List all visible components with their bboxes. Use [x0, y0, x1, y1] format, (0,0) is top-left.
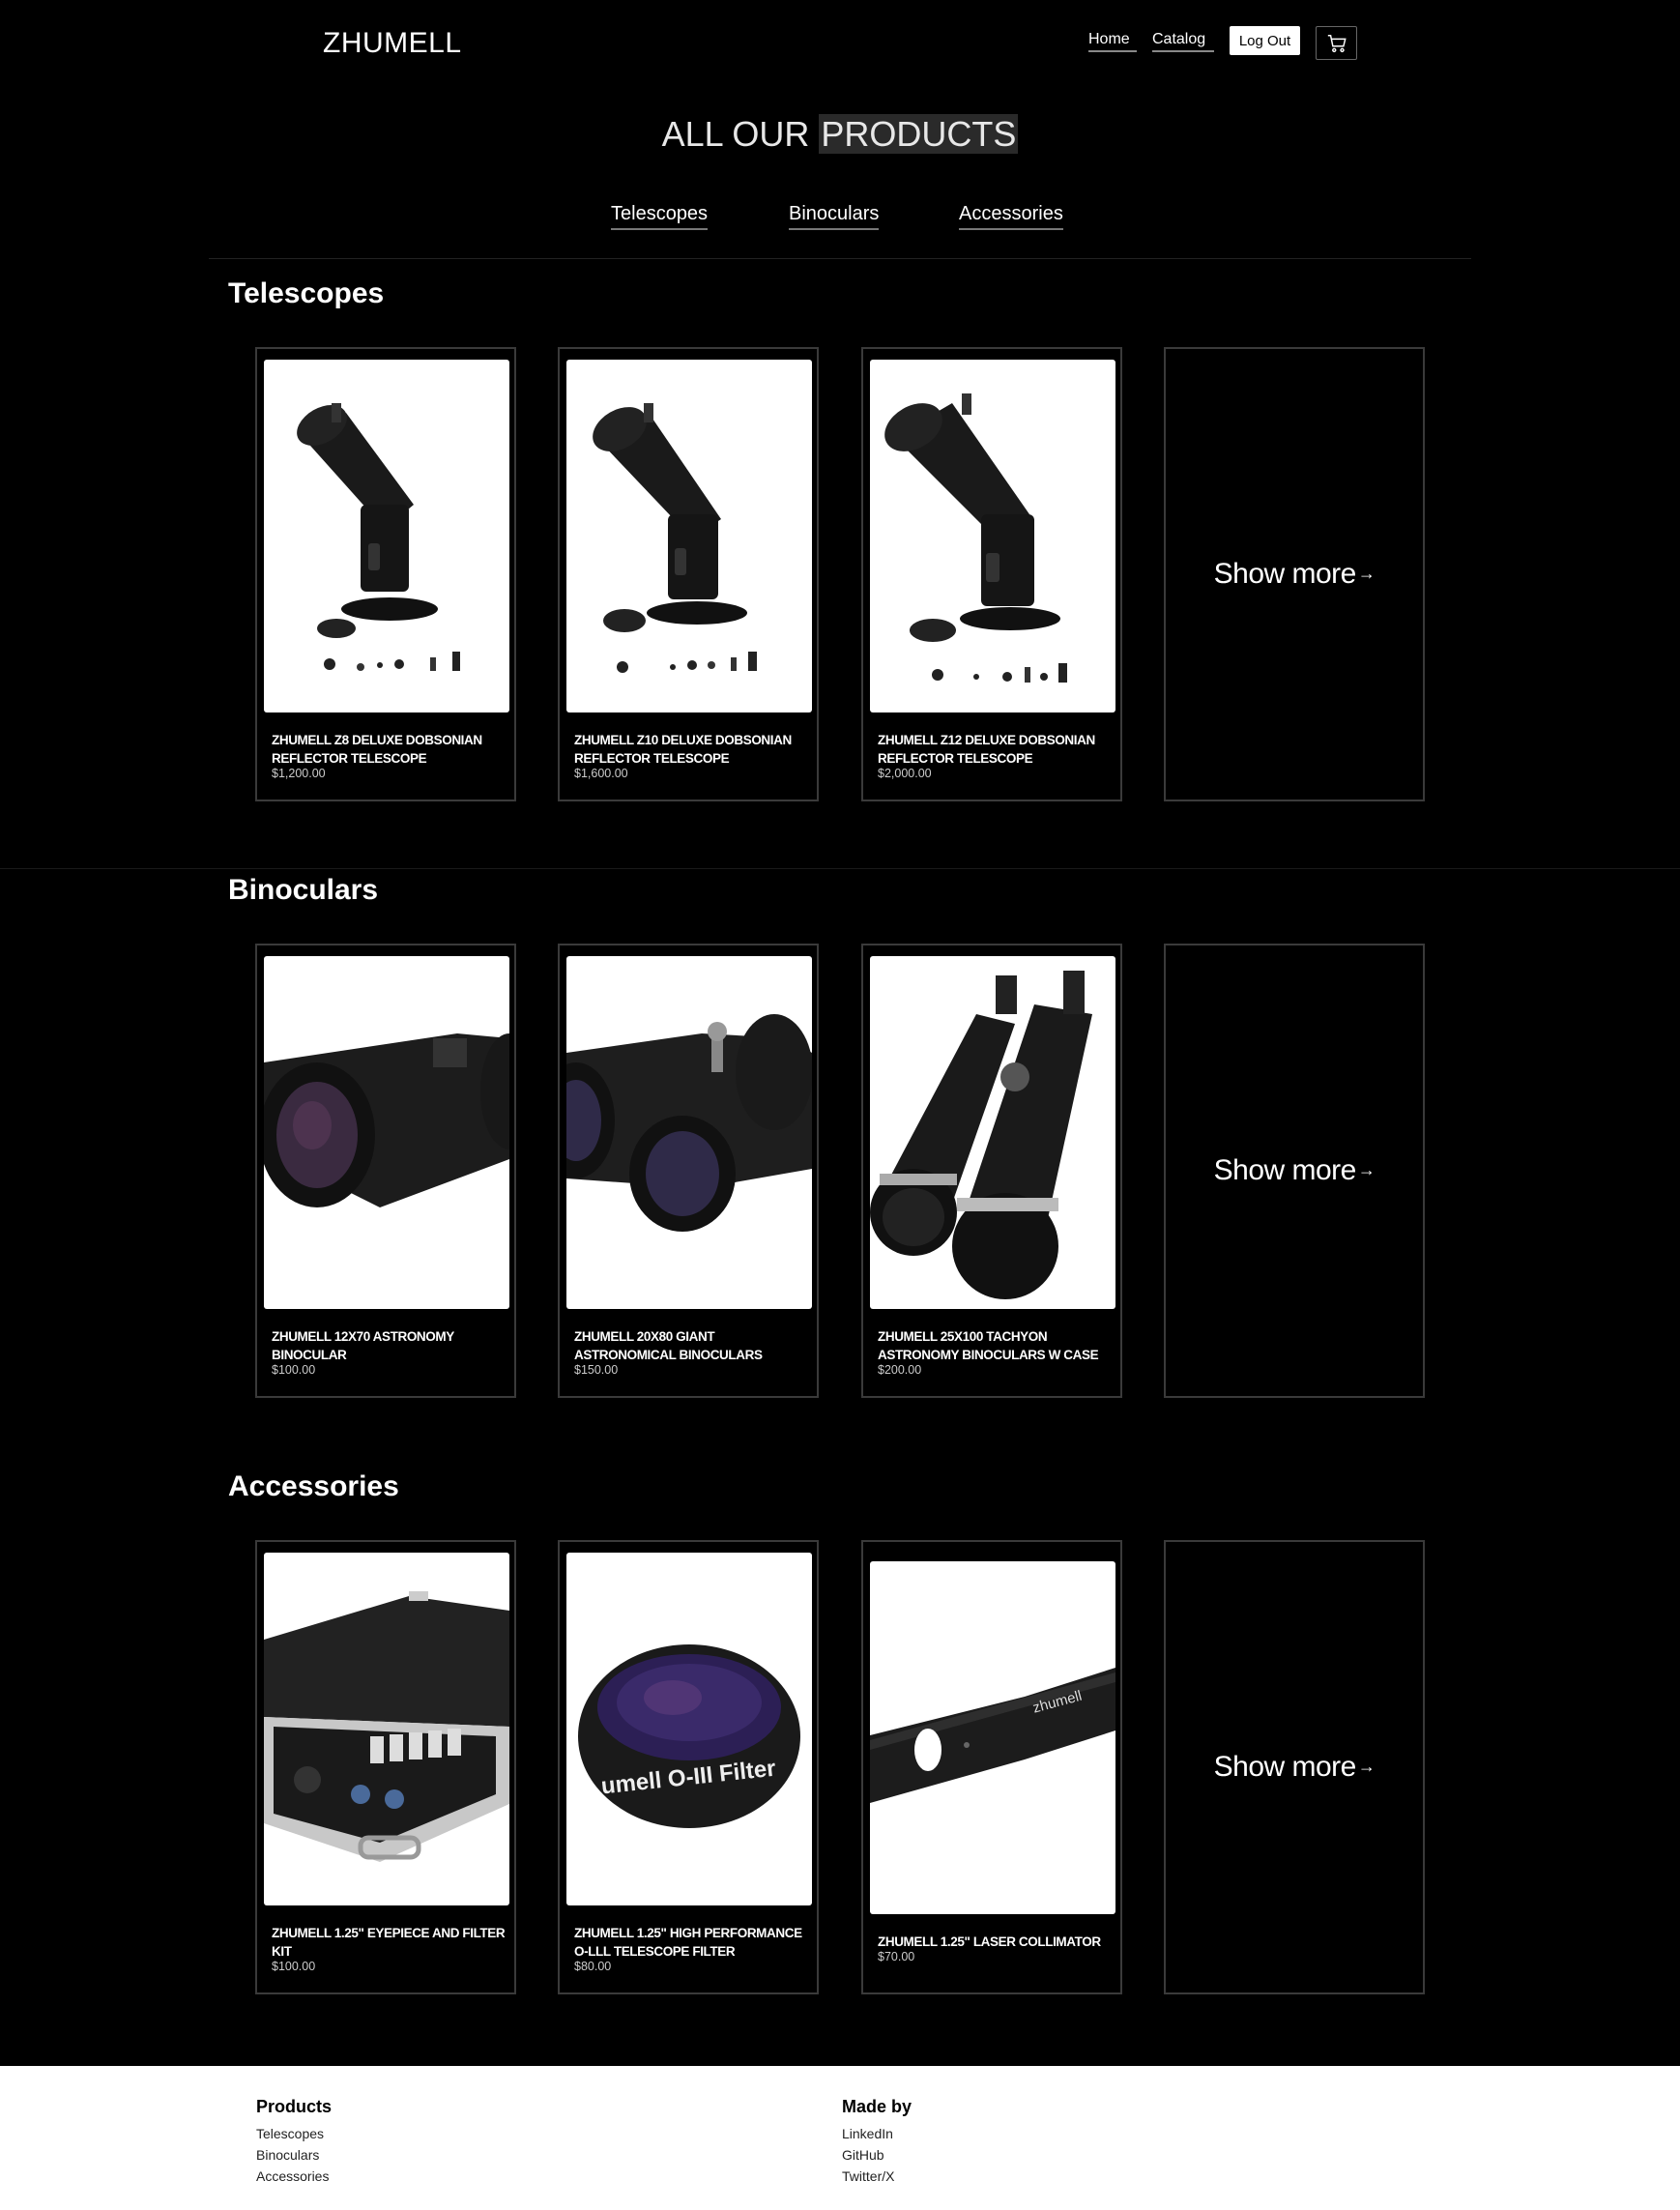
binocular-image	[870, 971, 1092, 1299]
product-image[interactable]: zhumell	[870, 1561, 1115, 1914]
show-more-card[interactable]: Show more →	[1164, 944, 1425, 1398]
product-card[interactable]: ZHUMELL Z12 DELUXE DOBSONIAN REFLECTOR T…	[861, 347, 1122, 801]
nav-home-link[interactable]: Home	[1088, 31, 1137, 52]
product-image[interactable]	[870, 956, 1115, 1309]
product-name[interactable]: ZHUMELL 20X80 GIANT ASTRONOMICAL BINOCUL…	[574, 1327, 811, 1364]
cart-button[interactable]	[1316, 26, 1357, 60]
product-name[interactable]: ZHUMELL Z10 DELUXE DOBSONIAN REFLECTOR T…	[574, 731, 811, 768]
product-price: $80.00	[574, 1960, 612, 1973]
footer-madeby-heading: Made by	[842, 2097, 912, 2116]
show-more-text[interactable]: Show more	[1214, 1751, 1357, 1783]
show-more-card[interactable]: Show more →	[1164, 347, 1425, 801]
product-image[interactable]	[264, 1553, 509, 1905]
footer-link-binoculars[interactable]: Binoculars	[256, 2144, 332, 2166]
product-price: $1,600.00	[574, 767, 628, 780]
show-more-label[interactable]: Show more →	[1214, 558, 1376, 591]
footer-products-column: Products Telescopes Binoculars Accessori…	[256, 2097, 332, 2187]
footer-madeby-column: Made by LinkedIn GitHub Twitter/X	[842, 2097, 912, 2187]
product-name[interactable]: ZHUMELL Z8 DELUXE DOBSONIAN REFLECTOR TE…	[272, 731, 508, 768]
product-name[interactable]: ZHUMELL 1.25" LASER COLLIMATOR	[878, 1933, 1115, 1951]
product-image[interactable]	[264, 360, 509, 712]
product-price: $2,000.00	[878, 767, 932, 780]
section-title-accessories: Accessories	[228, 1470, 399, 1502]
show-more-label[interactable]: Show more →	[1214, 1751, 1376, 1784]
product-price: $100.00	[272, 1363, 316, 1377]
footer-link-github[interactable]: GitHub	[842, 2144, 912, 2166]
product-name[interactable]: ZHUMELL Z12 DELUXE DOBSONIAN REFLECTOR T…	[878, 731, 1115, 768]
filter-image: umell O-III Filter	[578, 1644, 800, 1828]
cart-icon	[1327, 34, 1347, 52]
product-card[interactable]: ZHUMELL Z8 DELUXE DOBSONIAN REFLECTOR TE…	[255, 347, 516, 801]
show-more-text[interactable]: Show more	[1214, 1154, 1357, 1186]
product-price: $1,200.00	[272, 767, 326, 780]
divider	[209, 258, 1471, 259]
tab-binoculars[interactable]: Binoculars	[789, 203, 880, 230]
footer-products-heading: Products	[256, 2097, 333, 2116]
footer-link-accessories[interactable]: Accessories	[256, 2166, 332, 2187]
arrow-right-icon: →	[1357, 1757, 1376, 1776]
product-image[interactable]: umell O-III Filter	[566, 1553, 812, 1905]
telescope-image	[297, 403, 460, 671]
product-price: $150.00	[574, 1363, 619, 1377]
logout-button[interactable]: Log Out	[1230, 26, 1300, 55]
product-card[interactable]: umell O-III Filter ZHUMELL 1.25" HIGH PE…	[558, 1540, 819, 1994]
arrow-right-icon: →	[1357, 564, 1376, 583]
product-image[interactable]	[566, 956, 812, 1309]
product-image[interactable]	[566, 360, 812, 712]
arrow-right-icon: →	[1357, 1160, 1376, 1179]
product-image[interactable]	[870, 360, 1115, 712]
product-card[interactable]: ZHUMELL Z10 DELUXE DOBSONIAN REFLECTOR T…	[558, 347, 819, 801]
product-name[interactable]: ZHUMELL 12X70 ASTRONOMY BINOCULAR	[272, 1327, 508, 1364]
divider	[0, 868, 1680, 869]
product-card[interactable]: ZHUMELL 12X70 ASTRONOMY BINOCULAR $100.0…	[255, 944, 516, 1398]
show-more-card[interactable]: Show more →	[1164, 1540, 1425, 1994]
product-price: $200.00	[878, 1363, 922, 1377]
show-more-text[interactable]: Show more	[1214, 558, 1357, 590]
section-title-telescopes: Telescopes	[228, 277, 385, 309]
footer-link-linkedin[interactable]: LinkedIn	[842, 2123, 912, 2144]
footer-link-telescopes[interactable]: Telescopes	[256, 2123, 332, 2144]
nav-catalog-link[interactable]: Catalog	[1152, 31, 1214, 52]
tab-accessories[interactable]: Accessories	[959, 203, 1063, 230]
product-name[interactable]: ZHUMELL 1.25" EYEPIECE AND FILTER KIT	[272, 1924, 508, 1961]
binocular-image	[264, 1033, 509, 1207]
eyepiece-kit-image	[264, 1591, 509, 1862]
page-title-part2: PRODUCTS	[819, 114, 1019, 154]
footer-link-twitter[interactable]: Twitter/X	[842, 2166, 912, 2187]
product-name[interactable]: ZHUMELL 1.25" HIGH PERFORMANCE O-LLL TEL…	[574, 1924, 811, 1961]
tab-telescopes[interactable]: Telescopes	[611, 203, 709, 230]
product-name[interactable]: ZHUMELL 25X100 TACHYON ASTRONOMY BINOCUL…	[878, 1327, 1115, 1364]
telescope-image	[593, 403, 757, 673]
product-image[interactable]	[264, 956, 509, 1309]
binocular-image	[566, 1014, 812, 1232]
page-title: ALL OUR PRODUCTS	[0, 114, 1680, 155]
product-card[interactable]: ZHUMELL 20X80 GIANT ASTRONOMICAL BINOCUL…	[558, 944, 819, 1398]
site-footer: Products Telescopes Binoculars Accessori…	[0, 2066, 1680, 2210]
show-more-label[interactable]: Show more →	[1214, 1154, 1376, 1187]
collimator-image: zhumell	[870, 1668, 1115, 1803]
product-card[interactable]: ZHUMELL 1.25" EYEPIECE AND FILTER KIT $1…	[255, 1540, 516, 1994]
site-logo[interactable]: ZHUMELL	[323, 27, 462, 60]
page-title-part1: ALL OUR	[661, 114, 810, 154]
product-price: $70.00	[878, 1950, 915, 1963]
product-card[interactable]: ZHUMELL 25X100 TACHYON ASTRONOMY BINOCUL…	[861, 944, 1122, 1398]
product-card[interactable]: zhumell ZHUMELL 1.25" LASER COLLIMATOR $…	[861, 1540, 1122, 1994]
telescope-image	[884, 393, 1067, 683]
section-title-binoculars: Binoculars	[228, 874, 379, 906]
product-price: $100.00	[272, 1960, 316, 1973]
